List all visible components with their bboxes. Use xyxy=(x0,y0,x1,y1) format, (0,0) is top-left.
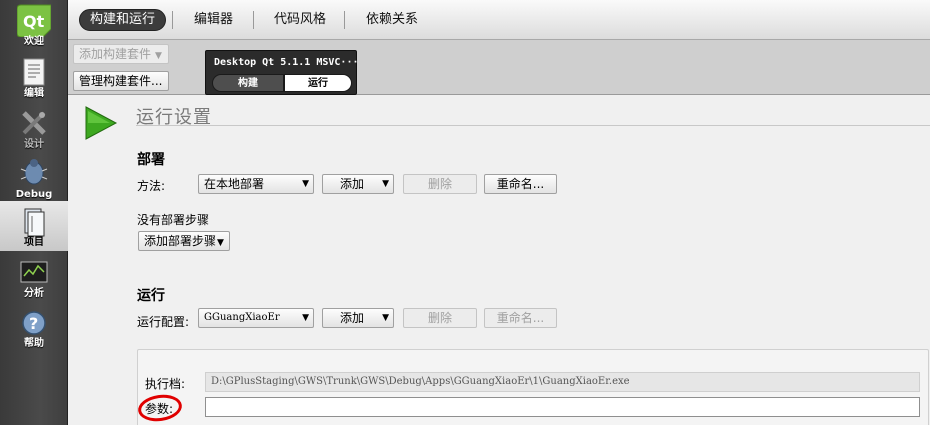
chevron-down-icon: ▼ xyxy=(382,313,389,323)
mode-analyze[interactable]: 分析 xyxy=(0,252,68,302)
deploy-method-select[interactable]: 在本地部署 ▼ xyxy=(198,174,314,194)
mode-help[interactable]: ? 帮助 xyxy=(0,302,68,352)
tab-editor[interactable]: 编辑器 xyxy=(184,9,243,31)
tab-code-style[interactable]: 代码风格 xyxy=(264,9,336,31)
mode-sidebar: Qt 欢迎 编辑 设计 Debug 项目 分析 ? 帮助 xyxy=(0,0,68,425)
run-triangle-icon xyxy=(85,106,118,140)
arguments-input[interactable] xyxy=(205,397,920,417)
kit-build-toggle[interactable]: 构建 xyxy=(212,74,284,92)
manage-kits-button[interactable]: 管理构建套件... xyxy=(73,71,169,91)
chevron-down-icon: ▼ xyxy=(217,238,224,248)
svg-text:Qt: Qt xyxy=(23,12,45,31)
mode-welcome-label: 欢迎 xyxy=(24,36,44,47)
deploy-rename-button[interactable]: 重命名... xyxy=(484,174,557,194)
executable-path-field: D:\GPlusStaging\GWS\Trunk\GWS\Debug\Apps… xyxy=(205,372,920,392)
run-config-select[interactable]: GGuangXiaoEr ▼ xyxy=(198,308,314,328)
tab-separator xyxy=(344,11,345,29)
deploy-add-button[interactable]: 添加 ▼ xyxy=(322,174,394,194)
mode-help-label: 帮助 xyxy=(24,338,44,349)
run-add-label: 添加 xyxy=(340,311,365,325)
chevron-down-icon: ▼ xyxy=(302,179,309,189)
chevron-down-icon: ▼ xyxy=(155,51,162,61)
tab-separator xyxy=(253,11,254,29)
mode-projects[interactable]: 项目 xyxy=(0,201,68,251)
run-config-value: GGuangXiaoEr xyxy=(204,312,280,323)
design-tools-icon xyxy=(22,111,46,135)
svg-text:?: ? xyxy=(29,314,38,333)
kit-selector-area: 添加构建套件 ▼ 管理构建套件... Desktop Qt 5.1.1 MSVC·… xyxy=(68,40,930,95)
run-heading: 运行 xyxy=(137,288,165,304)
bug-icon xyxy=(20,159,48,185)
deploy-add-label: 添加 xyxy=(340,177,365,191)
mode-debug-label: Debug xyxy=(15,189,53,200)
mode-projects-label: 项目 xyxy=(24,237,44,248)
run-rename-button[interactable]: 重命名... xyxy=(484,308,557,328)
run-delete-button[interactable]: 删除 xyxy=(403,308,477,328)
deploy-heading: 部署 xyxy=(137,152,165,168)
add-kit-button[interactable]: 添加构建套件 ▼ xyxy=(73,44,169,64)
tab-dependencies[interactable]: 依赖关系 xyxy=(356,9,428,31)
no-deploy-steps-label: 没有部署步骤 xyxy=(137,213,210,227)
chevron-down-icon: ▼ xyxy=(382,179,389,189)
add-deploy-step-label: 添加部署步骤 xyxy=(144,234,217,248)
title-divider xyxy=(136,125,930,126)
run-settings-page: 运行设置 部署 方法: 在本地部署 ▼ 添加 ▼ 删除 重命名... 没有部署步骤 … xyxy=(68,95,930,425)
chevron-down-icon: ▼ xyxy=(302,313,309,323)
document-icon xyxy=(23,58,45,86)
help-icon: ? xyxy=(22,311,46,335)
deploy-method-label: 方法: xyxy=(137,179,166,193)
kit-run-toggle[interactable]: 运行 xyxy=(284,74,352,92)
mode-design[interactable]: 设计 xyxy=(0,103,68,153)
run-config-label: 运行配置: xyxy=(137,315,190,329)
kit-name: Desktop Qt 5.1.1 MSVC··· xyxy=(214,57,359,68)
settings-tab-bar: 构建和运行 编辑器 代码风格 依赖关系 xyxy=(68,0,930,40)
analyze-monitor-icon xyxy=(20,261,48,283)
mode-welcome[interactable]: Qt 欢迎 xyxy=(0,0,68,50)
add-deploy-step-button[interactable]: 添加部署步骤▼ xyxy=(138,231,230,251)
mode-debug[interactable]: Debug xyxy=(0,153,68,203)
tab-build-run[interactable]: 构建和运行 xyxy=(79,9,167,31)
tab-separator xyxy=(172,11,173,29)
add-kit-label: 添加构建套件 xyxy=(79,47,152,61)
mode-analyze-label: 分析 xyxy=(24,288,44,299)
mode-edit-label: 编辑 xyxy=(24,88,44,99)
executable-label: 执行档: xyxy=(145,377,186,391)
deploy-delete-button[interactable]: 删除 xyxy=(403,174,477,194)
kit-card: Desktop Qt 5.1.1 MSVC··· 构建 运行 xyxy=(205,50,359,95)
deploy-method-value: 在本地部署 xyxy=(204,177,265,191)
run-add-button[interactable]: 添加 ▼ xyxy=(322,308,394,328)
mode-design-label: 设计 xyxy=(24,139,44,150)
mode-edit[interactable]: 编辑 xyxy=(0,52,68,102)
